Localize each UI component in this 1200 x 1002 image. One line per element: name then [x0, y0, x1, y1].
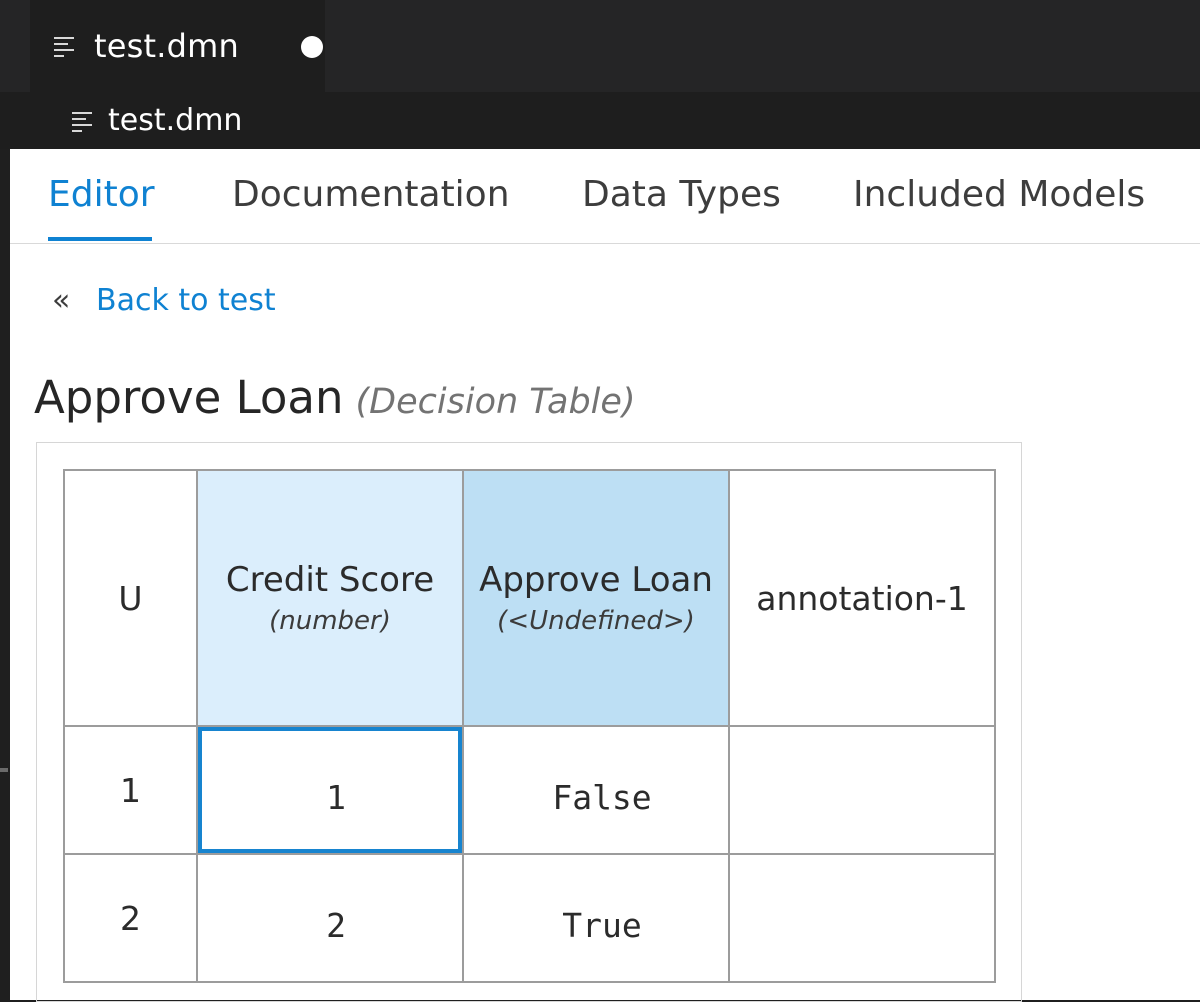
- row-number: 2: [63, 853, 198, 983]
- annotation-cell[interactable]: [728, 853, 996, 983]
- output-cell[interactable]: True: [462, 853, 730, 983]
- hit-policy-cell[interactable]: U: [63, 469, 198, 727]
- dmn-editor-panel: Editor Documentation Data Types Included…: [10, 149, 1200, 1002]
- back-link-label[interactable]: Back to test: [96, 283, 276, 318]
- input-cell[interactable]: 1: [196, 725, 464, 855]
- decision-table-container: U Credit Score (number) Approve Loan (<U…: [36, 442, 1022, 1002]
- lines-icon: [54, 36, 76, 57]
- back-link[interactable]: « Back to test: [52, 283, 276, 318]
- tab-included-models[interactable]: Included Models: [853, 174, 1145, 237]
- table-header-row: U Credit Score (number) Approve Loan (<U…: [63, 469, 996, 727]
- unsaved-dot-icon[interactable]: [301, 36, 323, 58]
- table-row: 2 2 True: [63, 853, 996, 983]
- editor-tab-bar: test.dmn: [0, 0, 1200, 92]
- breadcrumb: test.dmn: [0, 92, 1200, 149]
- input-column-type: (number): [269, 606, 391, 636]
- tab-title: test.dmn: [94, 27, 239, 65]
- gutter-marker: [0, 768, 8, 772]
- input-cell[interactable]: 2: [196, 853, 464, 983]
- row-number: 1: [63, 725, 198, 855]
- lines-icon: [72, 111, 94, 132]
- page-title: Approve Loan (Decision Table): [34, 371, 636, 424]
- output-column-header[interactable]: Approve Loan (<Undefined>): [462, 469, 730, 727]
- breadcrumb-item-file[interactable]: test.dmn: [108, 103, 242, 138]
- input-column-name: Credit Score: [225, 560, 435, 600]
- decision-name: Approve Loan: [34, 371, 344, 424]
- decision-kind: (Decision Table): [355, 382, 636, 422]
- decision-table: U Credit Score (number) Approve Loan (<U…: [63, 469, 996, 983]
- editor-nav-tabs: Editor Documentation Data Types Included…: [10, 149, 1200, 244]
- tab-documentation[interactable]: Documentation: [232, 174, 510, 237]
- tab-data-types[interactable]: Data Types: [582, 174, 781, 237]
- annotation-cell[interactable]: [728, 725, 996, 855]
- left-gutter: [0, 149, 10, 1000]
- output-column-name: Approve Loan: [479, 560, 713, 600]
- annotation-column-header[interactable]: annotation-1: [728, 469, 996, 727]
- editor-tab-test-dmn[interactable]: test.dmn: [30, 0, 325, 92]
- table-row: 1 1 False: [63, 725, 996, 855]
- input-column-header[interactable]: Credit Score (number): [196, 469, 464, 727]
- output-column-type: (<Undefined>): [497, 606, 695, 636]
- output-cell[interactable]: False: [462, 725, 730, 855]
- tab-editor[interactable]: Editor: [48, 174, 155, 241]
- double-chevron-left-icon: «: [52, 283, 71, 318]
